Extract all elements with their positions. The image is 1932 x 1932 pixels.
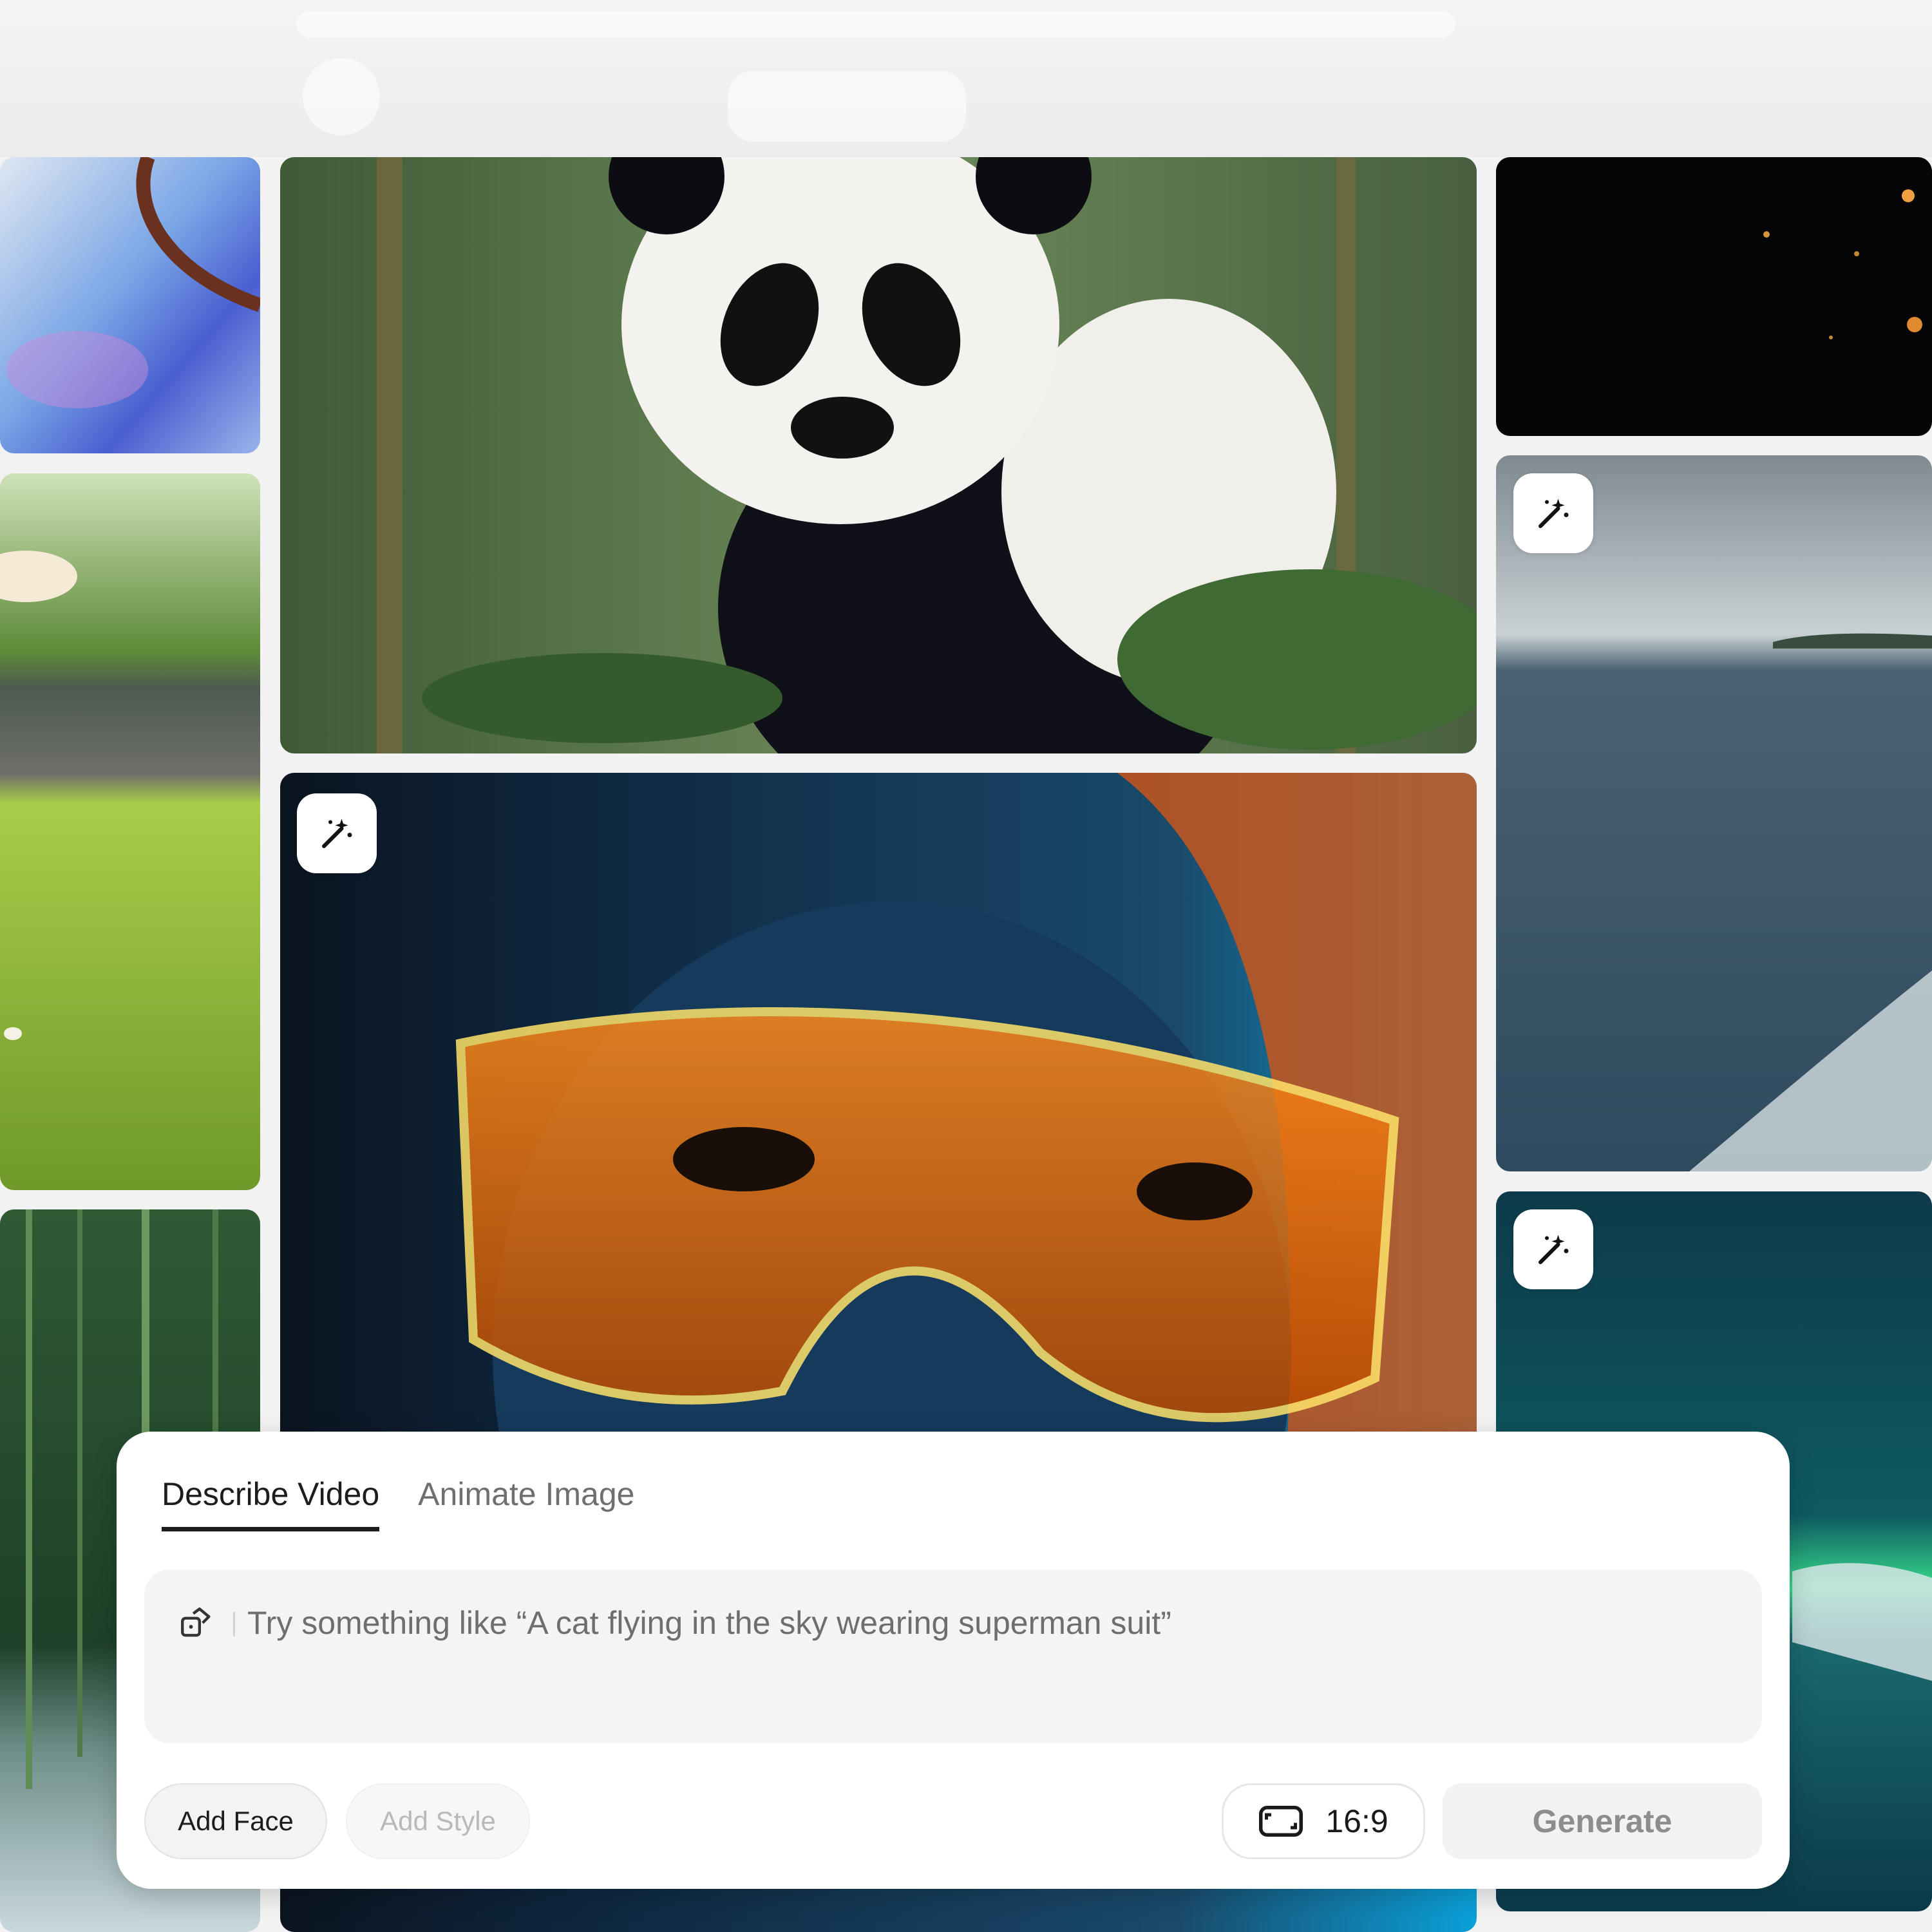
magic-wand-badge[interactable] (1513, 473, 1593, 553)
add-face-button[interactable]: Add Face (144, 1783, 327, 1859)
magic-wand-icon (1539, 1235, 1569, 1264)
magic-wand-badge[interactable] (297, 793, 377, 873)
video-composer-panel: Describe Video Animate Image Add Face Ad… (117, 1432, 1790, 1889)
magic-wand-icon (1539, 498, 1569, 528)
prompt-input[interactable] (246, 1595, 1730, 1651)
prompt-box (144, 1569, 1762, 1743)
tab-animate-image[interactable]: Animate Image (418, 1475, 634, 1531)
top-bar-placeholder (296, 12, 1455, 37)
tile-image (0, 157, 260, 453)
tab-describe-video[interactable]: Describe Video (162, 1475, 380, 1531)
gallery-tile-panda[interactable] (280, 157, 1477, 753)
top-bar-blurred (0, 0, 1932, 157)
aspect-ratio-icon (1259, 1806, 1303, 1837)
tile-image (1496, 455, 1932, 1171)
tile-image (0, 473, 260, 1190)
gallery-tile-dark-sky[interactable] (1496, 157, 1932, 436)
generate-button[interactable]: Generate (1443, 1783, 1762, 1859)
prompt-divider (233, 1612, 235, 1636)
dice-icon[interactable] (178, 1604, 215, 1642)
top-bar-avatar-placeholder (303, 58, 380, 135)
magic-wand-badge[interactable] (1513, 1209, 1593, 1289)
tile-image (1496, 157, 1932, 436)
tile-image (280, 157, 1477, 753)
top-bar-tab-placeholder (728, 71, 966, 142)
aspect-ratio-label: 16:9 (1325, 1803, 1388, 1839)
composer-tabs: Describe Video Animate Image (162, 1475, 634, 1531)
add-style-button[interactable]: Add Style (346, 1783, 530, 1859)
magic-wand-icon (322, 819, 352, 848)
gallery-tile-bird-field[interactable] (0, 473, 260, 1190)
gallery-tile-ocean[interactable] (1496, 455, 1932, 1171)
gallery-tile-abstract[interactable] (0, 157, 260, 453)
aspect-ratio-button[interactable]: 16:9 (1222, 1783, 1425, 1859)
